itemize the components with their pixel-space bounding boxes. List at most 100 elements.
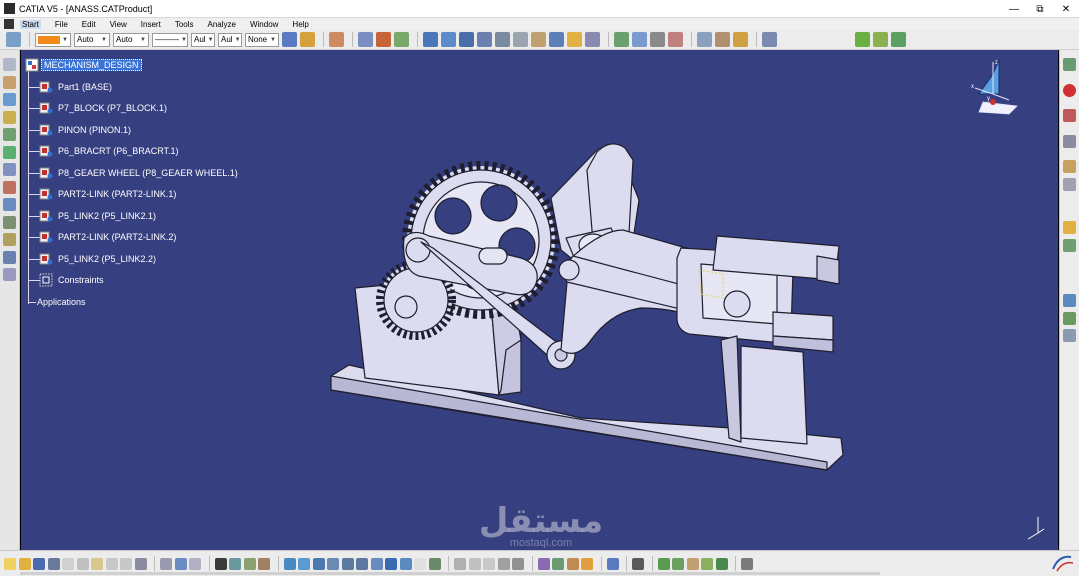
copy-icon[interactable]	[76, 557, 89, 570]
apply-material-icon[interactable]	[1063, 134, 1076, 148]
paste-icon[interactable]	[91, 557, 103, 570]
update-icon[interactable]	[762, 32, 777, 47]
spec-tree-toggle-icon[interactable]	[3, 58, 16, 71]
no-entry-icon[interactable]	[1063, 83, 1076, 97]
table-icon[interactable]	[214, 557, 227, 570]
layer-select[interactable]: Aul ▼	[191, 32, 215, 47]
joint-icon[interactable]	[672, 557, 684, 570]
explode-icon[interactable]	[650, 32, 665, 47]
generate-numbering-icon[interactable]	[3, 180, 16, 194]
product-structure-icon[interactable]	[358, 32, 373, 47]
stop-manipulate-icon[interactable]	[668, 32, 683, 47]
hand-icon[interactable]	[1063, 221, 1076, 234]
camera-icon[interactable]	[632, 557, 644, 570]
menu-analyze[interactable]: Analyze	[208, 20, 236, 29]
close-button[interactable]: ✕	[1053, 0, 1079, 18]
save-icon[interactable]	[33, 557, 45, 570]
new-component-icon[interactable]	[376, 32, 391, 47]
grid-icon[interactable]	[329, 32, 344, 47]
menu-tools[interactable]: Tools	[175, 20, 194, 29]
menu-file[interactable]: File	[55, 20, 68, 29]
isometric-view-icon[interactable]	[385, 557, 397, 570]
swap-visible-space-icon[interactable]	[428, 557, 441, 570]
compile-icon[interactable]	[701, 557, 713, 570]
manipulation-icon[interactable]	[614, 32, 629, 47]
workbench-icon[interactable]	[6, 32, 21, 47]
set-parameters-icon[interactable]	[258, 557, 270, 570]
speed-icon[interactable]	[715, 557, 728, 570]
formula-icon[interactable]	[160, 557, 172, 570]
menu-window[interactable]: Window	[250, 20, 278, 29]
define-multi-instantiation-icon[interactable]	[3, 250, 16, 264]
knowledge-icon[interactable]	[189, 557, 201, 570]
manage-representations-icon[interactable]	[3, 268, 16, 281]
document-icon[interactable]	[1063, 109, 1076, 122]
constraint-offset-icon[interactable]	[459, 32, 474, 47]
constraint-coincidence-icon[interactable]	[423, 32, 438, 47]
zoom-in-icon[interactable]	[341, 557, 354, 570]
fast-multi-instantiation-icon[interactable]	[3, 233, 16, 246]
view-icon[interactable]	[512, 557, 524, 570]
change-constraint-icon[interactable]	[567, 32, 582, 47]
lens-icon[interactable]	[483, 557, 495, 570]
reuse-pattern-icon[interactable]	[585, 32, 600, 47]
constraint-contact-icon[interactable]	[441, 32, 456, 47]
scene-icon[interactable]	[1063, 160, 1076, 173]
publish-icon[interactable]	[606, 557, 619, 570]
catalog-icon[interactable]	[3, 75, 16, 89]
redo-icon[interactable]	[120, 557, 132, 570]
scenes-icon[interactable]	[581, 557, 593, 570]
hide-show-icon[interactable]	[414, 557, 426, 570]
workbench-switch-icon[interactable]	[1063, 58, 1076, 71]
brush-icon[interactable]	[282, 32, 297, 47]
transparency-select[interactable]: Auto ▼	[74, 32, 110, 47]
filter-icon[interactable]	[1063, 311, 1076, 325]
simulation-icon[interactable]	[552, 557, 564, 570]
undo-icon[interactable]	[105, 557, 118, 570]
swap-icon[interactable]	[243, 557, 256, 570]
graph-tree-icon[interactable]	[3, 163, 16, 176]
measure-item-icon[interactable]	[873, 32, 888, 47]
simulate-icon[interactable]	[686, 557, 699, 570]
annotation-icon[interactable]	[1063, 177, 1076, 191]
rotate-icon[interactable]	[327, 557, 339, 570]
print-icon[interactable]	[47, 557, 60, 570]
menu-edit[interactable]: Edit	[82, 20, 96, 29]
normal-view-icon[interactable]	[370, 557, 383, 570]
analysis-icon[interactable]	[537, 557, 550, 570]
snap-icon[interactable]	[632, 32, 647, 47]
measure-between-icon[interactable]	[855, 32, 870, 47]
flexible-rigid-icon[interactable]	[549, 32, 564, 47]
properties-icon[interactable]	[1063, 329, 1076, 342]
mechanism-3d-model[interactable]	[21, 50, 1058, 550]
sectioning-icon[interactable]	[715, 32, 730, 47]
existing-component-icon[interactable]	[394, 32, 409, 47]
horizontal-scrollbar[interactable]	[20, 572, 880, 575]
distance-icon[interactable]	[733, 32, 748, 47]
replace-component-icon[interactable]	[3, 145, 16, 159]
fit-all-icon[interactable]	[298, 557, 310, 570]
menu-view[interactable]: View	[110, 20, 127, 29]
cut-icon[interactable]	[62, 557, 74, 570]
explode-view-icon[interactable]	[566, 557, 579, 570]
measure-icon[interactable]	[454, 557, 466, 570]
fly-mode-icon[interactable]	[283, 557, 296, 570]
open-file-icon[interactable]	[18, 557, 31, 570]
layer-filter-select[interactable]: None ▼	[245, 32, 279, 47]
clash-icon[interactable]	[697, 32, 712, 47]
document-menu-icon[interactable]	[4, 19, 14, 29]
fix-together-icon[interactable]	[513, 32, 528, 47]
painter-icon[interactable]	[300, 32, 315, 47]
magnify-icon[interactable]	[497, 557, 510, 570]
layout-icon[interactable]	[1063, 294, 1076, 307]
mechanism-icon[interactable]	[657, 557, 670, 570]
constraint-angle-icon[interactable]	[477, 32, 492, 47]
menu-start[interactable]: Start	[20, 19, 41, 29]
catalog-browser-icon[interactable]	[229, 557, 241, 570]
restore-button[interactable]: ⧉	[1027, 0, 1053, 18]
render-style-select[interactable]: Aul ▼	[218, 32, 242, 47]
search-icon[interactable]	[468, 557, 481, 570]
line-thickness-select[interactable]: Auto ▼	[113, 32, 149, 47]
sensors-icon[interactable]	[741, 557, 753, 570]
whats-this-icon[interactable]	[134, 557, 147, 570]
